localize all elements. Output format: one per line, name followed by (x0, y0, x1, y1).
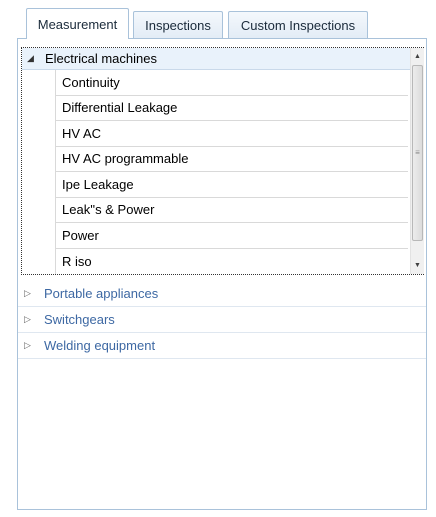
list-item-hv-ac-programmable[interactable]: HV AC programmable (56, 146, 408, 172)
group-label: Portable appliances (44, 286, 159, 301)
list-item-leaks-power[interactable]: Leak''s & Power (56, 197, 408, 223)
group-portable-appliances[interactable]: ▷ Portable appliances (18, 281, 426, 307)
tab-content-panel: ◢ Electrical machines Continuity Differe… (17, 38, 427, 510)
group-switchgears[interactable]: ▷ Switchgears (18, 307, 426, 333)
list-item-continuity[interactable]: Continuity (56, 70, 408, 96)
triangle-right-icon: ▷ (24, 314, 31, 324)
scroll-up-arrow-icon[interactable]: ▲ (411, 48, 424, 65)
triangle-right-icon: ▷ (24, 288, 31, 298)
group-label: Welding equipment (44, 338, 156, 353)
vertical-scrollbar[interactable]: ▲ ≡ ▼ (410, 48, 424, 274)
group-electrical-machines: ◢ Electrical machines Continuity Differe… (21, 47, 424, 275)
group-header-electrical-machines[interactable]: ◢ Electrical machines (22, 48, 423, 70)
group-label: Switchgears (44, 312, 115, 327)
group-label: Electrical machines (45, 51, 157, 66)
tab-inspections[interactable]: Inspections (133, 11, 223, 38)
triangle-right-icon: ▷ (24, 340, 31, 350)
group-welding-equipment[interactable]: ▷ Welding equipment (18, 333, 426, 359)
scrollbar-thumb[interactable]: ≡ (412, 65, 423, 241)
list-item-ipe-leakage[interactable]: Ipe Leakage (56, 172, 408, 198)
tab-strip: Measurement Inspections Custom Inspectio… (17, 8, 427, 39)
tab-measurement[interactable]: Measurement (26, 8, 129, 39)
tab-custom-inspections[interactable]: Custom Inspections (228, 11, 368, 38)
list-item-r-iso[interactable]: R iso (56, 248, 408, 274)
measurement-panel-window: Measurement Inspections Custom Inspectio… (0, 0, 436, 517)
triangle-down-icon: ◢ (27, 53, 34, 63)
scroll-down-arrow-icon[interactable]: ▼ (411, 257, 424, 274)
list-item-differential-leakage[interactable]: Differential Leakage (56, 95, 408, 121)
list-item-hv-ac[interactable]: HV AC (56, 121, 408, 147)
grip-icon: ≡ (415, 148, 420, 157)
measurement-list: Continuity Differential Leakage HV AC HV… (55, 70, 408, 274)
list-item-power[interactable]: Power (56, 223, 408, 249)
